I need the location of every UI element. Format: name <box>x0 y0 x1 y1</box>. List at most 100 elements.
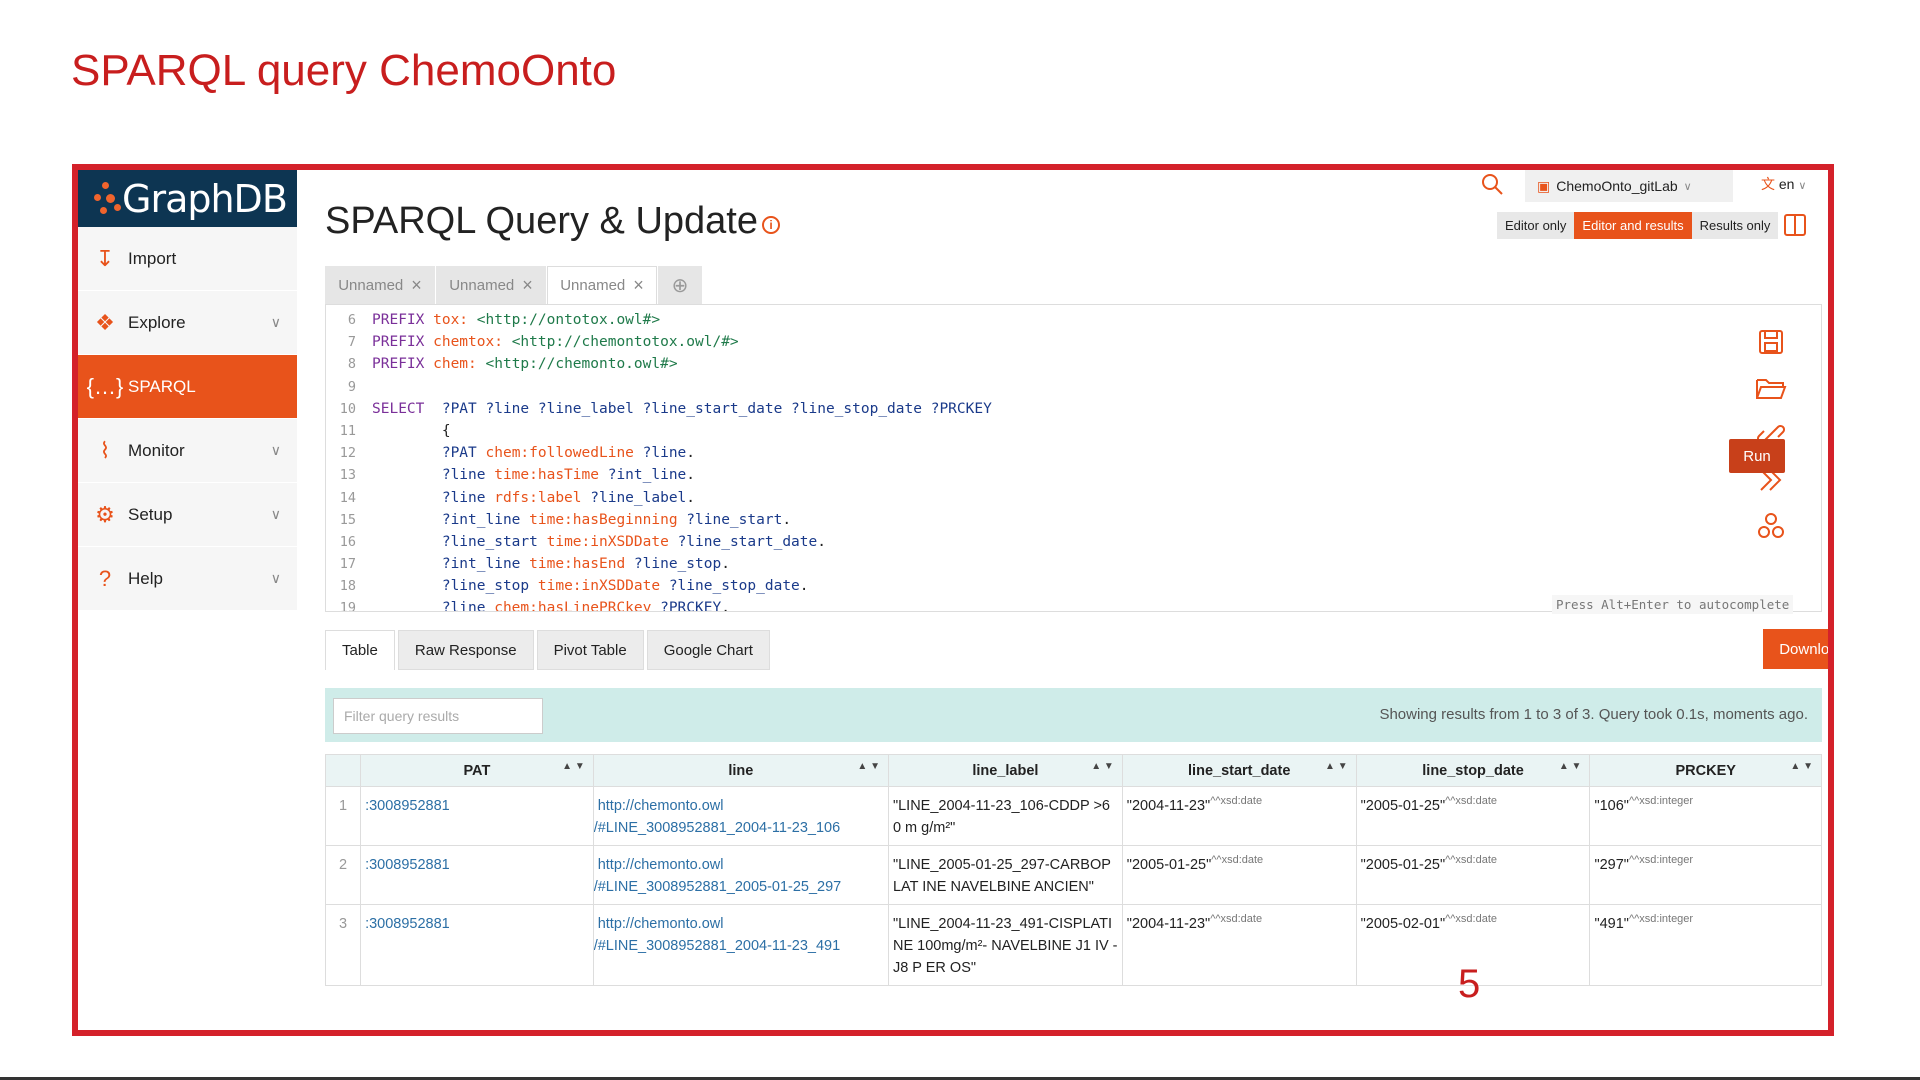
code-line: 15 ?int_line time:hasBeginning ?line_sta… <box>326 509 1821 531</box>
code-token: { <box>372 422 451 439</box>
view-mode-group: Editor only Editor and results Results onl… <box>1497 212 1779 239</box>
sort-icon[interactable]: ▲ ▼ <box>1325 762 1348 772</box>
sort-icon[interactable]: ▲ ▼ <box>1559 762 1582 772</box>
view-mode-editor-and-results[interactable]: Editor and results <box>1574 212 1692 239</box>
sidebar-item-setup[interactable]: ⚙ Setup ∨ <box>78 483 297 547</box>
language-selector[interactable]: 文 en ∨ <box>1761 174 1806 194</box>
code-line: 9 <box>326 376 1821 398</box>
results-info: Showing results from 1 to 3 of 3. Query … <box>1379 706 1808 723</box>
code-token: <http://chemontotox.owl/#> <box>511 334 739 351</box>
visual-graph-icon[interactable] <box>1751 503 1791 549</box>
column-header-label: line_stop_date <box>1422 762 1524 779</box>
line-link[interactable]: http://chemonto.owl <box>598 854 884 876</box>
code-token: time:inXSDDate <box>537 578 669 595</box>
pat-link[interactable]: :3008952881 <box>365 916 450 932</box>
sort-icon[interactable]: ▲ ▼ <box>1091 762 1114 772</box>
gear-icon: ⚙ <box>95 501 115 527</box>
line-number: 12 <box>339 445 356 462</box>
code-token: chem: <box>433 356 486 373</box>
view-mode-editor-only[interactable]: Editor only <box>1497 212 1575 239</box>
literal-value: "2004-11-23" <box>1126 798 1211 814</box>
download-as-button[interactable]: Download as ▼ <box>1763 629 1830 669</box>
query-tab[interactable]: Unnamed × <box>547 266 657 304</box>
column-header-line_label[interactable]: line_label ▲ ▼ <box>887 754 1123 787</box>
code-token: time:hasTime <box>494 467 608 484</box>
line-number: 6 <box>347 312 356 328</box>
repository-selector[interactable]: ▣ ChemoOnto_gitLab ∨ <box>1525 170 1733 202</box>
datatype-label: ^^xsd:date <box>1445 913 1497 925</box>
literal-value: "2004-11-23" <box>1126 916 1211 932</box>
cell-pat: :3008952881 <box>360 786 594 846</box>
code-token: . <box>799 578 809 595</box>
cell-stop: "2005-01-25"^^xsd:date <box>1355 845 1591 905</box>
sidebar-item-import[interactable]: ↧ Import <box>78 227 297 291</box>
literal-value: "2005-01-25" <box>1126 857 1212 873</box>
line-number: 18 <box>339 578 356 595</box>
code-token: ?int_line <box>372 511 530 528</box>
save-icon[interactable] <box>1751 319 1791 365</box>
page-title: SPARQL Query & Update <box>325 200 758 242</box>
sidebar-item-help[interactable]: ? Help ∨ <box>78 547 297 611</box>
query-tab[interactable]: Unnamed × <box>325 266 435 304</box>
code-token: . <box>817 533 826 550</box>
code-token: tox: <box>433 312 477 328</box>
sidebar-item-sparql[interactable]: {…} SPARQL <box>78 355 297 419</box>
literal-value: "2005-01-25" <box>1360 857 1446 873</box>
close-icon[interactable]: × <box>633 275 644 296</box>
tab-raw-response[interactable]: Raw Response <box>397 630 534 670</box>
sort-icon[interactable]: ▲ ▼ <box>857 762 880 772</box>
view-mode-results-only[interactable]: Results only <box>1691 212 1779 239</box>
code-line: 10 SELECT ?PAT ?line ?line_label ?line_st… <box>326 398 1821 420</box>
tab-table[interactable]: Table <box>325 630 395 670</box>
column-header-line_stop_date[interactable]: line_stop_date ▲ ▼ <box>1355 754 1591 787</box>
sidebar-item-monitor[interactable]: ⌇ Monitor ∨ <box>78 419 297 483</box>
filter-input[interactable]: Filter query results <box>333 698 543 734</box>
table-row: 2:3008952881 http://chemonto.owl/#LINE_30… <box>324 845 1822 905</box>
line-link-suffix[interactable]: /#LINE_3008952881_2004-11-23_491 <box>594 935 884 957</box>
sort-icon[interactable]: ▲ ▼ <box>562 762 585 772</box>
result-tabs: Table Raw Response Pivot Table Google Chart <box>325 630 773 670</box>
download-label: Download as <box>1779 640 1830 658</box>
literal-value: "2005-01-25" <box>1360 798 1446 814</box>
line-link[interactable]: http://chemonto.owl <box>598 795 884 817</box>
column-header-line[interactable]: line ▲ ▼ <box>592 754 889 787</box>
database-icon: ▣ <box>1537 177 1551 194</box>
datatype-label: ^^xsd:date <box>1445 795 1497 807</box>
table-row: 1:3008952881 http://chemonto.owl/#LINE_30… <box>324 786 1822 846</box>
code-line: 7 PREFIX chemtox: <http://chemontotox.owl… <box>326 331 1821 353</box>
column-header-line_start_date[interactable]: line_start_date ▲ ▼ <box>1121 754 1357 787</box>
cell-line-label: "LINE_2004-11-23_491-CISPLATINE 100mg/m²… <box>887 904 1123 986</box>
brand-logo[interactable]: GraphDB <box>78 170 297 227</box>
autocomplete-hint: Press Alt+Enter to autocomplete <box>1552 595 1794 614</box>
close-icon[interactable]: × <box>411 275 422 296</box>
line-link[interactable]: http://chemonto.owl <box>598 913 884 935</box>
run-button[interactable]: Run <box>1729 439 1785 473</box>
info-icon[interactable]: i <box>762 216 780 234</box>
tab-pivot-table[interactable]: Pivot Table <box>536 630 644 670</box>
sort-icon[interactable]: ▲ ▼ <box>1790 762 1813 772</box>
code-line: 16 ?line_start time:inXSDDate ?line_star… <box>326 531 1821 553</box>
line-number: 19 <box>339 600 356 612</box>
query-tab[interactable]: Unnamed × <box>436 266 546 304</box>
sidebar-item-explore[interactable]: ❖ Explore ∨ <box>78 291 297 355</box>
line-link-suffix[interactable]: /#LINE_3008952881_2005-01-25_297 <box>594 876 884 898</box>
close-icon[interactable]: × <box>522 275 533 296</box>
tab-google-chart[interactable]: Google Chart <box>646 630 770 670</box>
add-tab-icon[interactable]: ⊕ <box>658 266 702 304</box>
query-editor[interactable]: 6 PREFIX tox: <http://ontotox.owl#> 7 PREFI… <box>325 304 1822 612</box>
datatype-label: ^^xsd:date <box>1210 913 1263 925</box>
code-line: 13 ?line time:hasTime ?int_line. <box>326 464 1821 486</box>
column-header-prckey[interactable]: PRCKEY ▲ ▼ <box>1589 754 1822 787</box>
cell-pat: :3008952881 <box>360 904 594 986</box>
line-link-suffix[interactable]: /#LINE_3008952881_2004-11-23_106 <box>594 817 884 839</box>
column-header-pat[interactable]: PAT ▲ ▼ <box>360 754 594 787</box>
layout-toggle-icon[interactable] <box>1784 214 1806 236</box>
pat-link[interactable]: :3008952881 <box>365 857 450 873</box>
code-token: SELECT <box>372 400 442 417</box>
search-icon[interactable] <box>1480 172 1504 196</box>
code-line: 14 ?line rdfs:label ?line_label. <box>326 487 1821 509</box>
pat-link[interactable]: :3008952881 <box>365 798 450 814</box>
main-content: ▣ ChemoOnto_gitLab ∨ 文 en ∨ SPARQL Query… <box>297 170 1828 1030</box>
cell-line-label: "LINE_2005-01-25_297-CARBOPLAT INE NAVEL… <box>887 845 1123 905</box>
open-folder-icon[interactable] <box>1751 365 1791 411</box>
